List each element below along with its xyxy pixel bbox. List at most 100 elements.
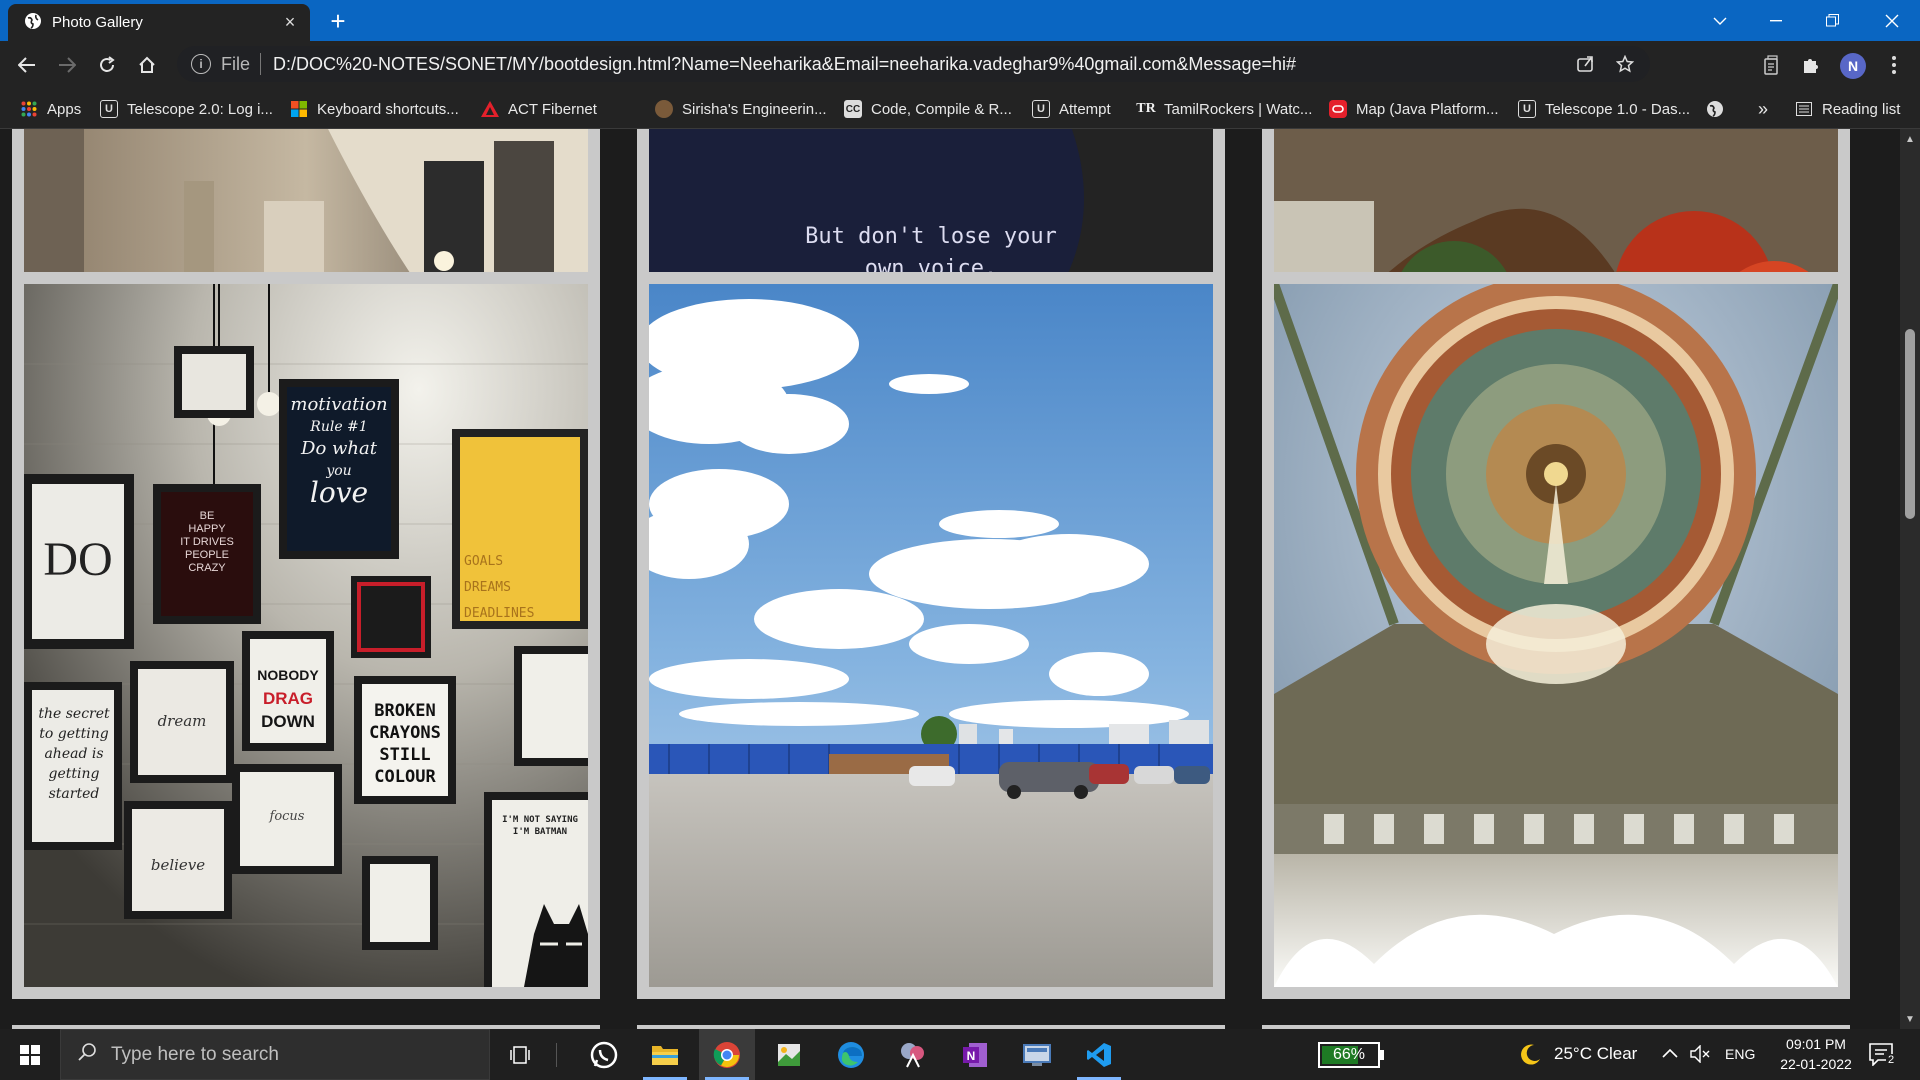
scroll-up-arrow-icon[interactable]: ▲ bbox=[1900, 131, 1920, 147]
scrollbar-thumb[interactable] bbox=[1905, 329, 1915, 519]
clock[interactable]: 09:01 PM 22-01-2022 bbox=[1766, 1034, 1866, 1074]
notifications-icon[interactable]: 2 bbox=[1868, 1042, 1898, 1068]
close-window-icon[interactable] bbox=[1864, 0, 1920, 41]
poster-dream: dream bbox=[157, 712, 207, 730]
weather-text[interactable]: 25°C Clear bbox=[1554, 1044, 1637, 1064]
minimize-window-icon[interactable] bbox=[1748, 0, 1804, 41]
edge-icon[interactable] bbox=[823, 1029, 879, 1080]
taskbar-search-box[interactable]: Type here to search bbox=[60, 1029, 490, 1080]
poster-nobody: NOBODY DRAG DOWN bbox=[257, 667, 319, 731]
cc-logo-icon: CC bbox=[844, 100, 862, 118]
globe-icon bbox=[24, 12, 42, 34]
reload-icon[interactable] bbox=[89, 47, 125, 83]
bookmark-label: Apps bbox=[47, 100, 82, 118]
url-text[interactable]: D:/DOC%20-NOTES/SONET/MY/bootdesign.html… bbox=[273, 54, 1296, 75]
profile-avatar[interactable]: N bbox=[1840, 53, 1866, 79]
language-indicator[interactable]: ENG bbox=[1725, 1046, 1755, 1062]
notification-count: 2 bbox=[1886, 1054, 1897, 1066]
gallery-card[interactable] bbox=[1262, 272, 1850, 999]
tab-search-chevron-icon[interactable] bbox=[1692, 0, 1748, 41]
gallery-card[interactable]: DO motivation Rule #1 Do what you love B… bbox=[12, 272, 600, 999]
show-hidden-icons-chevron-icon[interactable] bbox=[1662, 1045, 1678, 1063]
bookmark-label: ACT Fibernet bbox=[508, 100, 597, 118]
gallery-photo-palace-ceiling bbox=[1274, 284, 1838, 987]
reading-list-button[interactable]: Reading list bbox=[1795, 96, 1900, 122]
bookmarks-bar: Apps U Telescope 2.0: Log i... Keyboard … bbox=[0, 88, 1920, 129]
extensions-puzzle-icon[interactable] bbox=[1797, 51, 1825, 79]
tab-groups-icon[interactable] bbox=[1757, 51, 1785, 79]
search-placeholder: Type here to search bbox=[111, 1043, 279, 1065]
scroll-down-arrow-icon[interactable]: ▼ bbox=[1900, 1011, 1920, 1027]
bookmark-telescope-1[interactable]: U Telescope 1.0 - Das... bbox=[1518, 96, 1690, 122]
home-icon[interactable] bbox=[129, 47, 165, 83]
bookmarks-overflow-icon[interactable]: » bbox=[1758, 96, 1768, 122]
new-tab-button[interactable]: + bbox=[322, 6, 354, 36]
search-icon bbox=[77, 1042, 97, 1067]
file-explorer-icon[interactable] bbox=[637, 1029, 693, 1080]
oracle-logo-icon bbox=[1329, 100, 1347, 118]
clock-time: 09:01 PM bbox=[1786, 1036, 1846, 1052]
bookmark-label: Telescope 2.0: Log i... bbox=[127, 100, 273, 118]
address-bar[interactable]: i File D:/DOC%20-NOTES/SONET/MY/bootdesi… bbox=[177, 46, 1650, 82]
windows-start-icon[interactable] bbox=[0, 1029, 60, 1080]
tab-photo-gallery[interactable]: Photo Gallery × bbox=[8, 4, 310, 41]
bookmark-telescope-2[interactable]: U Telescope 2.0: Log i... bbox=[100, 96, 273, 122]
restore-window-icon[interactable] bbox=[1804, 0, 1860, 41]
bookmark-act-fibernet[interactable]: ACT Fibernet bbox=[481, 96, 597, 122]
poster-focus: focus bbox=[269, 809, 305, 824]
bookmark-code-compile[interactable]: CC Code, Compile & R... bbox=[844, 96, 1012, 122]
svg-text:N: N bbox=[967, 1049, 976, 1063]
gallery-photo-poster-wall: DO motivation Rule #1 Do what you love B… bbox=[24, 284, 588, 987]
telescope-icon: U bbox=[1518, 100, 1536, 118]
poster-be-happy: BE HAPPY IT DRIVES PEOPLE CRAZY bbox=[180, 510, 234, 574]
globe-bookmark-icon[interactable] bbox=[1706, 96, 1724, 122]
poster-goals: GOALS DREAMS DEADLINES bbox=[464, 554, 535, 621]
poster-motivation: motivation Rule #1 Do what you love bbox=[290, 394, 388, 509]
windows-logo-icon bbox=[290, 100, 308, 118]
chrome-icon[interactable] bbox=[699, 1029, 755, 1080]
onenote-icon[interactable]: N bbox=[947, 1029, 1003, 1080]
bookmark-java-map[interactable]: Map (Java Platform... bbox=[1329, 96, 1499, 122]
task-view-icon[interactable] bbox=[492, 1029, 548, 1080]
bookmark-sirisha[interactable]: Sirisha's Engineerin... bbox=[655, 96, 827, 122]
poster-broken-crayons: BROKEN CRAYONS STILL COLOUR bbox=[369, 701, 441, 787]
page-scrollbar[interactable]: ▲ ▼ bbox=[1900, 129, 1920, 1029]
site-info-icon[interactable]: i bbox=[191, 54, 211, 74]
taskbar-divider bbox=[556, 1043, 557, 1067]
bookmark-label: Sirisha's Engineerin... bbox=[682, 100, 827, 118]
bookmark-label: Telescope 1.0 - Das... bbox=[1545, 100, 1691, 118]
kebab-menu-icon[interactable] bbox=[1880, 51, 1908, 79]
poster-secret: the secret to getting ahead is getting s… bbox=[38, 706, 110, 802]
vscode-icon[interactable] bbox=[1071, 1029, 1127, 1080]
share-icon[interactable] bbox=[1570, 46, 1600, 82]
bookmark-star-icon[interactable] bbox=[1610, 46, 1640, 82]
back-arrow-icon[interactable] bbox=[9, 47, 45, 83]
snip-tool-icon[interactable] bbox=[885, 1029, 941, 1080]
bookmark-label: TamilRockers | Watc... bbox=[1164, 100, 1313, 118]
whatsapp-icon[interactable] bbox=[576, 1029, 632, 1080]
battery-percent: 66% bbox=[1332, 1046, 1366, 1063]
battery-indicator[interactable]: 66% bbox=[1318, 1042, 1380, 1068]
browser-toolbar: i File D:/DOC%20-NOTES/SONET/MY/bootdesi… bbox=[0, 41, 1920, 88]
bookmark-label: Keyboard shortcuts... bbox=[317, 100, 459, 118]
tab-title: Photo Gallery bbox=[52, 14, 143, 31]
gallery-card[interactable] bbox=[637, 272, 1225, 999]
bookmark-tamilrockers[interactable]: TR TamilRockers | Watc... bbox=[1136, 96, 1313, 122]
scheme-label: File bbox=[221, 53, 251, 74]
poster-believe: believe bbox=[150, 856, 206, 874]
crescent-moon-icon[interactable] bbox=[1518, 1043, 1542, 1072]
paint-app-icon[interactable] bbox=[761, 1029, 817, 1080]
bookmark-keyboard-shortcuts[interactable]: Keyboard shortcuts... bbox=[290, 96, 459, 122]
remote-desktop-icon[interactable] bbox=[1009, 1029, 1065, 1080]
bookmark-attempt[interactable]: U Attempt bbox=[1032, 96, 1111, 122]
quote-line-1: But don't lose your bbox=[805, 224, 1057, 249]
forward-arrow-icon[interactable] bbox=[49, 47, 85, 83]
speaker-muted-icon[interactable] bbox=[1690, 1044, 1712, 1068]
bookmark-label: Map (Java Platform... bbox=[1356, 100, 1499, 118]
reading-list-label: Reading list bbox=[1822, 100, 1901, 118]
windows-taskbar: Type here to search N 66% 25°C Clear ENG… bbox=[0, 1029, 1920, 1080]
bookmark-apps[interactable]: Apps bbox=[20, 96, 81, 122]
poster-do: DO bbox=[43, 533, 113, 586]
tab-close-icon[interactable]: × bbox=[280, 12, 300, 33]
act-logo-icon bbox=[481, 100, 499, 118]
